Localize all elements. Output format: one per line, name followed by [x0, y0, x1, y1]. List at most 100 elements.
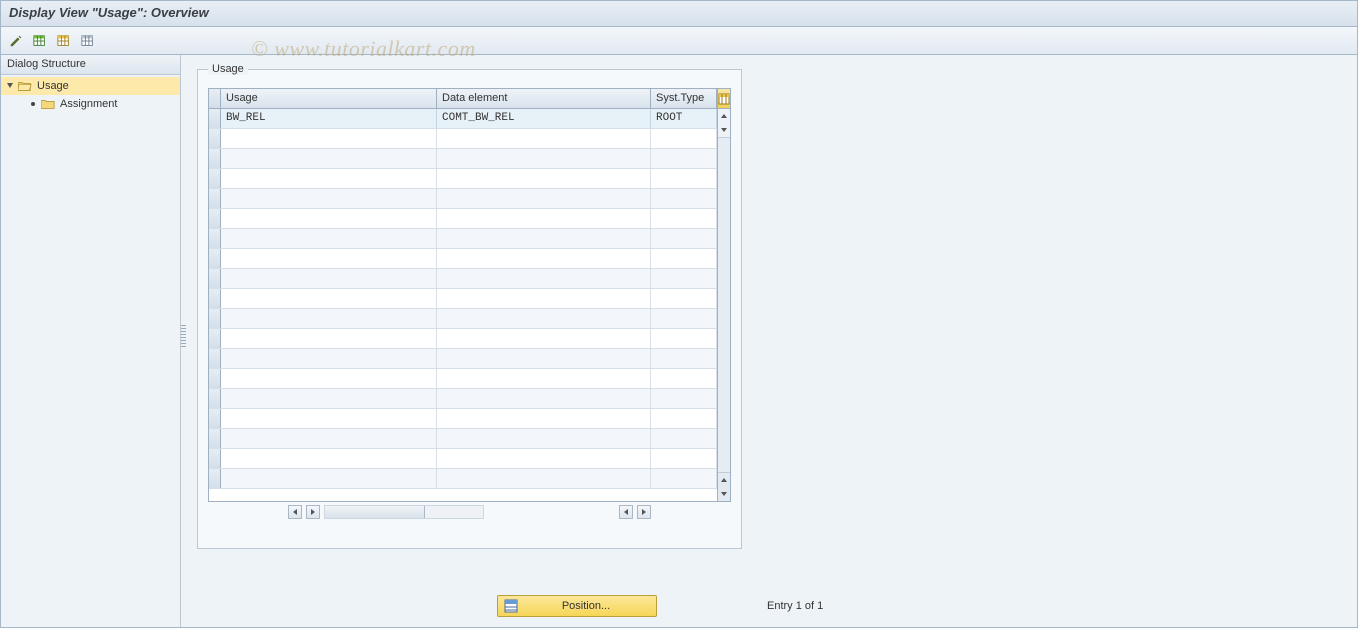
- cell-elem: [437, 329, 651, 348]
- horizontal-scrollbar-thumb[interactable]: [325, 506, 425, 518]
- row-selector[interactable]: [209, 349, 221, 368]
- table-row[interactable]: [209, 349, 717, 369]
- cell-elem: [437, 289, 651, 308]
- scroll-down-button[interactable]: [718, 487, 730, 501]
- row-selector[interactable]: [209, 449, 221, 468]
- table-row[interactable]: [209, 389, 717, 409]
- bullet-icon: [31, 102, 35, 106]
- table-row[interactable]: BW_RELCOMT_BW_RELROOT: [209, 109, 717, 129]
- table-row[interactable]: [209, 369, 717, 389]
- row-selector[interactable]: [209, 389, 221, 408]
- column-header-usage[interactable]: Usage: [221, 89, 437, 108]
- cell-type: [651, 289, 717, 308]
- cell-elem: [437, 369, 651, 388]
- column-header-syst-type[interactable]: Syst.Type: [651, 89, 717, 108]
- row-selector[interactable]: [209, 149, 221, 168]
- cell-type: [651, 269, 717, 288]
- tree-item-usage[interactable]: Usage: [1, 77, 180, 95]
- table-row[interactable]: [209, 149, 717, 169]
- row-selector[interactable]: [209, 409, 221, 428]
- table-row[interactable]: [209, 329, 717, 349]
- cell-usage: [221, 289, 437, 308]
- row-selector[interactable]: [209, 289, 221, 308]
- table-row[interactable]: [209, 289, 717, 309]
- table-row[interactable]: [209, 429, 717, 449]
- row-selector[interactable]: [209, 429, 221, 448]
- row-selector[interactable]: [209, 269, 221, 288]
- chevron-left-icon: [291, 508, 299, 516]
- table-row[interactable]: [209, 469, 717, 489]
- table-row[interactable]: [209, 189, 717, 209]
- scroll-right-end-button[interactable]: [637, 505, 651, 519]
- row-selector[interactable]: [209, 329, 221, 348]
- cell-elem: [437, 129, 651, 148]
- table-settings-button[interactable]: [718, 89, 730, 109]
- folder-open-icon: [18, 80, 32, 92]
- scroll-left-button[interactable]: [288, 505, 302, 519]
- row-selector[interactable]: [209, 369, 221, 388]
- table-green-icon: [33, 34, 47, 48]
- cell-type: [651, 349, 717, 368]
- row-selector[interactable]: [209, 129, 221, 148]
- cell-usage: [221, 209, 437, 228]
- tree-item-label: Usage: [35, 80, 69, 92]
- tree-item-assignment[interactable]: Assignment: [1, 95, 180, 113]
- table-grey-icon: [81, 34, 95, 48]
- row-selector[interactable]: [209, 169, 221, 188]
- position-button[interactable]: Position...: [497, 595, 657, 617]
- cell-type: [651, 149, 717, 168]
- cell-elem: [437, 309, 651, 328]
- table-row[interactable]: [209, 129, 717, 149]
- scroll-right-button[interactable]: [306, 505, 320, 519]
- row-selector[interactable]: [209, 309, 221, 328]
- row-selector[interactable]: [209, 469, 221, 488]
- cell-elem: [437, 389, 651, 408]
- scroll-up-button-2[interactable]: [718, 123, 730, 137]
- row-header-corner[interactable]: [209, 89, 221, 108]
- tree-collapse-icon[interactable]: [5, 81, 15, 91]
- table-row[interactable]: [209, 209, 717, 229]
- toolbar: [1, 27, 1357, 55]
- cell-elem: [437, 149, 651, 168]
- entry-counter: Entry 1 of 1: [767, 600, 823, 612]
- table-row[interactable]: [209, 229, 717, 249]
- table-row[interactable]: [209, 169, 717, 189]
- row-selector[interactable]: [209, 229, 221, 248]
- table-row[interactable]: [209, 309, 717, 329]
- row-selector[interactable]: [209, 189, 221, 208]
- horizontal-scrollbar-track[interactable]: [324, 505, 484, 519]
- row-selector[interactable]: [209, 249, 221, 268]
- table-row[interactable]: [209, 249, 717, 269]
- body: Dialog Structure Usage Assig: [1, 55, 1357, 627]
- cell-type: [651, 449, 717, 468]
- toolbar-table1-button[interactable]: [31, 32, 49, 50]
- cell-usage: [221, 269, 437, 288]
- main-area: Usage Usage Data element Syst.Type BW_RE…: [181, 55, 1357, 627]
- scroll-up-button[interactable]: [718, 109, 730, 123]
- cell-elem: [437, 409, 651, 428]
- row-selector[interactable]: [209, 109, 221, 128]
- row-selector[interactable]: [209, 209, 221, 228]
- cell-type: [651, 409, 717, 428]
- table-row[interactable]: [209, 449, 717, 469]
- cell-usage: [221, 449, 437, 468]
- scroll-left-end-button[interactable]: [619, 505, 633, 519]
- cell-type: [651, 369, 717, 388]
- bottom-row: Position... Entry 1 of 1: [197, 595, 1357, 617]
- scroll-up-button-3[interactable]: [718, 473, 730, 487]
- table-row[interactable]: [209, 269, 717, 289]
- splitter-handle[interactable]: [181, 325, 186, 349]
- column-header-data-element[interactable]: Data element: [437, 89, 651, 108]
- grid-header-row: Usage Data element Syst.Type: [209, 89, 717, 109]
- vertical-scrollbar-track[interactable]: [718, 137, 730, 473]
- cell-usage: [221, 389, 437, 408]
- toolbar-table3-button[interactable]: [79, 32, 97, 50]
- group-box-usage: Usage Usage Data element Syst.Type BW_RE…: [197, 69, 742, 549]
- toolbar-table2-button[interactable]: [55, 32, 73, 50]
- table-row[interactable]: [209, 409, 717, 429]
- chevron-up-icon: [720, 112, 728, 120]
- cell-usage: [221, 349, 437, 368]
- cell-type: [651, 229, 717, 248]
- toolbar-edit-button[interactable]: [7, 32, 25, 50]
- grid: Usage Data element Syst.Type BW_RELCOMT_…: [208, 88, 731, 502]
